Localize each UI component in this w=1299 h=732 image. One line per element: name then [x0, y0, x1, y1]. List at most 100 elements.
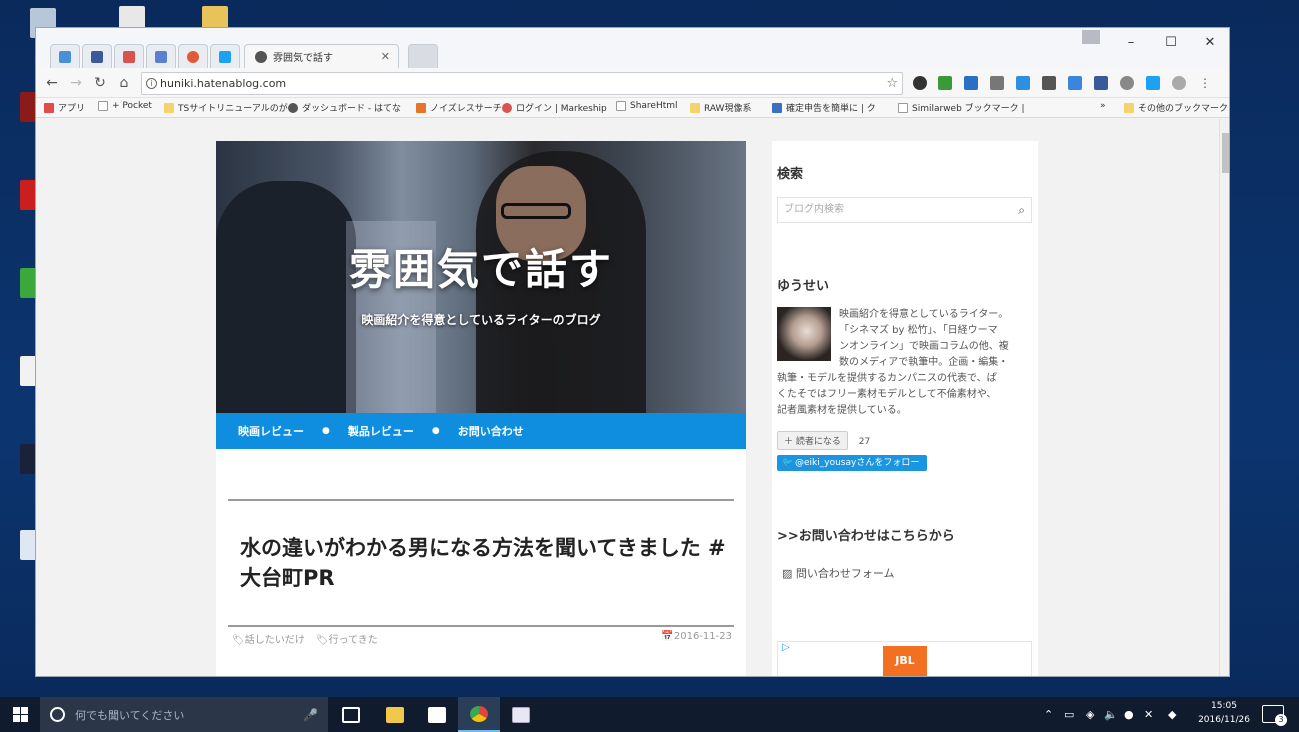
store-icon [428, 706, 446, 723]
search-heading: 検索 [777, 167, 804, 182]
extension-icon[interactable] [1068, 76, 1082, 90]
back-icon[interactable]: ← [42, 73, 62, 93]
extension-icon[interactable] [938, 76, 952, 90]
new-tab-button[interactable] [408, 44, 438, 68]
markeship-icon [502, 102, 512, 113]
pinned-tab[interactable] [210, 44, 240, 68]
taskbar-chrome[interactable] [458, 697, 500, 732]
folder-icon [690, 102, 700, 113]
tray-dropbox-icon[interactable]: ◆ [1168, 708, 1176, 721]
blog-title[interactable]: 雰囲気で話す [216, 236, 746, 297]
windows-logo-icon [12, 707, 28, 722]
page-scrollbar[interactable] [1219, 119, 1229, 676]
contact-form-link[interactable]: ▨ 問い合わせフォーム [782, 565, 895, 581]
divider [228, 625, 734, 627]
bookmark-item[interactable]: アプリ [44, 101, 85, 114]
twitter-follow-button[interactable]: 🐦 @eiki_yousayさんをフォロー [777, 455, 927, 471]
close-window-icon[interactable]: ✕ [1197, 34, 1223, 52]
entry-date[interactable]: 📅2016-11-23 [661, 631, 732, 642]
blog-search-input[interactable]: ブログ内検索 ⌕ [777, 197, 1032, 223]
bookmark-item[interactable]: ログイン | Markeship [502, 101, 607, 114]
volume-icon[interactable]: 🔈 [1104, 708, 1118, 721]
facebook-icon[interactable] [1094, 76, 1108, 90]
main-column: 雰囲気で話す 映画紹介を得意としているライターのブログ 映画レビュー ● 製品レ… [216, 141, 746, 676]
bookmark-item[interactable]: RAW現像系 [690, 101, 751, 114]
tab-strip: 雰囲気で話す ✕ – ☐ ✕ [36, 28, 1229, 68]
taskbar-store[interactable] [416, 697, 458, 732]
reader-count: 27 [858, 437, 871, 447]
app-icon [512, 706, 530, 723]
tray-x-icon[interactable]: ✕ [1144, 708, 1153, 721]
microphone-icon[interactable]: 🎤 [303, 708, 318, 722]
extension-icon[interactable] [990, 76, 1004, 90]
global-nav: 映画レビュー ● 製品レビュー ● お問い合わせ [216, 413, 746, 449]
pinned-tab[interactable] [82, 44, 112, 68]
hatena-icon [288, 102, 298, 113]
ad-banner[interactable]: ▷ JBL [777, 641, 1032, 676]
extension-icon[interactable] [964, 76, 978, 90]
network-icon[interactable]: ◈ [1086, 708, 1094, 721]
profile-description: 映画紹介を得意としているライター。 「シネマズ by 松竹」、「日経ウーマ ンオ… [777, 309, 1009, 416]
taskbar-explorer[interactable] [374, 697, 416, 732]
forward-icon[interactable]: → [66, 73, 86, 93]
bookmark-item[interactable]: ダッシュボード - はてな [288, 101, 401, 114]
show-hidden-icons[interactable]: ⌃ [1044, 708, 1053, 721]
bookmark-item[interactable]: Similarweb ブックマーク | [898, 101, 1025, 114]
tab-active[interactable]: 雰囲気で話す ✕ [244, 44, 399, 68]
menu-icon[interactable]: ⋮ [1198, 76, 1212, 90]
pinned-tab[interactable] [114, 44, 144, 68]
bookmark-item[interactable]: ShareHtml [616, 101, 678, 111]
bookmark-item[interactable]: 確定申告を簡単に | ク [772, 101, 876, 114]
site-info-icon[interactable]: i [146, 78, 157, 89]
pinned-tab[interactable] [146, 44, 176, 68]
cortana-search-box[interactable]: 何でも聞いてください 🎤 [40, 697, 328, 732]
taskbar-app[interactable] [500, 697, 542, 732]
action-center-icon[interactable]: 3 [1262, 705, 1287, 726]
nav-contact[interactable]: お問い合わせ [458, 423, 524, 439]
system-clock[interactable]: 15:05 2016/11/26 [1196, 699, 1252, 727]
bookmark-item[interactable]: ノイズレスサーチ [416, 101, 502, 114]
ad-logo[interactable]: JBL [883, 646, 927, 676]
taskbar: 何でも聞いてください 🎤 ⌃ ▭ ◈ 🔈 ● ✕ ◆ 15:05 2016/11… [0, 697, 1299, 732]
reload-icon[interactable]: ↻ [90, 73, 110, 93]
nav-product-review[interactable]: 製品レビュー [348, 423, 414, 439]
extension-icon[interactable] [913, 76, 927, 90]
bookmark-item[interactable]: TSサイトリニューアルのが [164, 101, 288, 114]
bookmarks-bar: アプリ + Pocket TSサイトリニューアルのが ダッシュボード - はてな… [36, 98, 1229, 118]
search-icon[interactable]: ⌕ [1018, 198, 1025, 222]
search-icon[interactable] [1120, 76, 1134, 90]
profile-icon[interactable] [1082, 30, 1100, 44]
nav-movie-review[interactable]: 映画レビュー [238, 423, 304, 439]
extension-icon[interactable] [1172, 76, 1186, 90]
entry-title[interactable]: 水の違いがわかる男になる方法を聞いてきました #大台町PR [240, 533, 730, 593]
subscribe-button[interactable]: ＋ 読者になる [777, 431, 848, 450]
address-bar[interactable]: i huniki.hatenablog.com ☆ [141, 72, 903, 95]
pinned-tab[interactable] [50, 44, 80, 68]
adchoices-icon[interactable]: ▷ [782, 642, 790, 653]
bookmarks-overflow[interactable]: » [1100, 101, 1106, 111]
tray-app-icon[interactable]: ● [1124, 708, 1134, 721]
blog-description: 映画紹介を得意としているライターのブログ [361, 313, 601, 327]
twitter-icon[interactable] [1146, 76, 1160, 90]
extension-icon[interactable] [1042, 76, 1056, 90]
close-tab-icon[interactable]: ✕ [381, 50, 390, 63]
pinned-tab[interactable] [178, 44, 208, 68]
blog-header-image[interactable]: 雰囲気で話す 映画紹介を得意としているライターのブログ [216, 141, 746, 413]
bookmark-star-icon[interactable]: ☆ [886, 73, 898, 94]
tab-favicon-icon [59, 50, 71, 63]
cortana-icon [50, 707, 65, 722]
scrollbar-thumb[interactable] [1222, 133, 1229, 173]
folder-icon [164, 102, 174, 113]
minimize-icon[interactable]: – [1118, 34, 1144, 52]
category-link[interactable]: 🏷話したいだけ [232, 635, 305, 646]
battery-icon[interactable]: ▭ [1064, 708, 1074, 721]
other-bookmarks[interactable]: その他のブックマーク [1124, 101, 1228, 114]
bookmark-item[interactable]: + Pocket [98, 101, 152, 111]
home-icon[interactable]: ⌂ [114, 73, 134, 93]
maximize-icon[interactable]: ☐ [1158, 34, 1184, 52]
category-link[interactable]: 🏷行ってきた [316, 635, 378, 646]
start-button[interactable] [0, 697, 40, 732]
tab-favicon-icon [187, 50, 199, 63]
task-view-button[interactable] [330, 697, 372, 732]
extension-icon[interactable] [1016, 76, 1030, 90]
